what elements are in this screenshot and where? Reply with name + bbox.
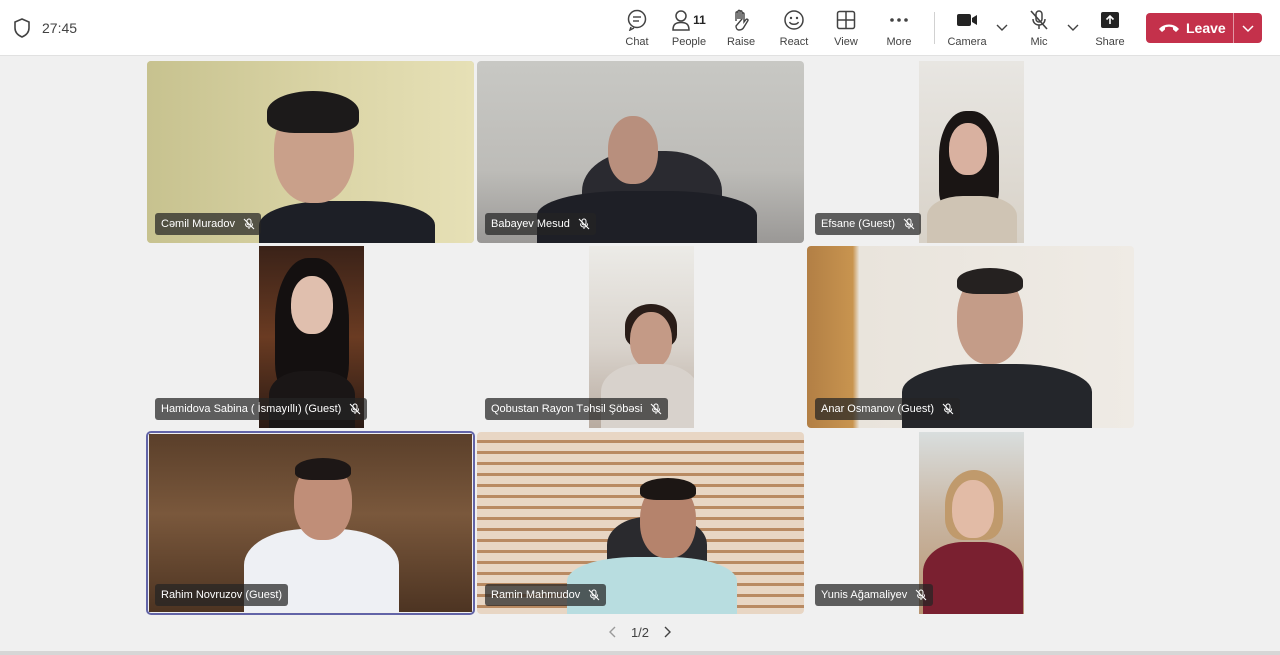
participant-name: Yunis Ağamaliyev <box>821 589 908 601</box>
participant-name: Cəmil Muradov <box>161 218 235 230</box>
view-label: View <box>834 36 858 48</box>
mic-muted-icon <box>349 403 361 415</box>
gallery-pager: 1/2 <box>0 622 1280 642</box>
video-feed <box>919 61 1024 243</box>
participant-name-label: Hamidova Sabina ( İsmayıllı) (Guest) <box>155 398 368 420</box>
participant-name-label: Yunis Ağamaliyev <box>815 584 934 606</box>
mic-muted-icon <box>578 218 590 230</box>
participant-name-label: Rahim Novruzov (Guest) <box>155 584 289 606</box>
toolbar-divider <box>934 12 935 44</box>
chat-icon <box>627 9 647 31</box>
participant-name-label: Anar Osmanov (Guest) <box>815 398 961 420</box>
chevron-right-icon <box>664 626 672 638</box>
mic-label: Mic <box>1030 36 1048 48</box>
mic-off-icon <box>1030 10 1048 30</box>
camera-options-chevron-down-icon[interactable] <box>995 20 1009 34</box>
chat-button[interactable]: Chat <box>611 8 663 52</box>
mic-muted-icon <box>942 403 954 415</box>
participant-name: Babayev Mesud <box>491 218 570 230</box>
participant-tile[interactable]: Babayev Mesud <box>477 61 804 243</box>
leave-button[interactable]: Leave <box>1146 13 1262 43</box>
camera-button[interactable]: Camera <box>941 8 993 52</box>
participant-name: Qobustan Rayon Təhsil Şöbəsi <box>491 403 643 415</box>
participant-name-label: Cəmil Muradov <box>155 213 261 235</box>
more-button[interactable]: More <box>873 8 925 52</box>
mic-muted-icon <box>243 218 255 230</box>
react-icon <box>784 10 804 30</box>
participant-name: Ramin Mahmudov <box>491 589 581 601</box>
participant-name-label: Efsane (Guest) <box>815 213 921 235</box>
bottom-edge <box>0 651 1280 655</box>
mic-muted-icon <box>651 403 662 415</box>
view-icon <box>836 10 856 30</box>
participant-tile[interactable]: Efsane (Guest) <box>807 61 1134 243</box>
meeting-toolbar: 27:45 Chat 11 People Raise React View Mo… <box>0 0 1280 56</box>
meeting-timer: 27:45 <box>42 20 78 36</box>
participant-name-label: Babayev Mesud <box>485 213 596 235</box>
leave-label: Leave <box>1186 20 1226 36</box>
chevron-left-icon <box>608 626 616 638</box>
share-label: Share <box>1095 36 1125 48</box>
participant-name-label: Qobustan Rayon Təhsil Şöbəsi <box>485 398 669 420</box>
camera-label: Camera <box>947 36 987 48</box>
participant-name: Hamidova Sabina ( İsmayıllı) (Guest) <box>161 403 342 415</box>
people-icon <box>672 10 690 31</box>
raise-hand-icon <box>735 9 749 31</box>
raise-label: Raise <box>726 36 756 48</box>
participant-name: Anar Osmanov (Guest) <box>821 403 935 415</box>
participant-name: Rahim Novruzov (Guest) <box>161 589 283 601</box>
phone-icon <box>1159 24 1179 32</box>
raise-hand-button[interactable]: Raise <box>715 8 767 52</box>
leave-options-chevron-down-icon[interactable] <box>1241 21 1255 35</box>
camera-icon <box>957 14 977 26</box>
leave-divider <box>1233 13 1234 43</box>
people-label: People <box>671 36 707 48</box>
page-indicator: 1/2 <box>630 624 650 640</box>
previous-page-button[interactable] <box>603 622 623 642</box>
more-icon <box>890 18 908 22</box>
next-page-button[interactable] <box>657 622 677 642</box>
participant-name-label: Ramin Mahmudov <box>485 584 607 606</box>
participant-tile[interactable]: Ramin Mahmudov <box>477 432 804 614</box>
participant-name: Efsane (Guest) <box>821 218 895 230</box>
more-label: More <box>886 36 912 48</box>
participant-tile[interactable]: Cəmil Muradov <box>147 61 474 243</box>
mic-muted-icon <box>588 589 600 601</box>
video-feed <box>919 432 1024 614</box>
people-button[interactable]: 11 People <box>663 8 715 52</box>
mic-muted-icon <box>903 218 915 230</box>
share-icon <box>1101 12 1119 28</box>
people-count: 11 <box>693 13 706 27</box>
mic-options-chevron-down-icon[interactable] <box>1066 20 1080 34</box>
chat-label: Chat <box>625 36 649 48</box>
shield-icon <box>14 18 30 38</box>
view-button[interactable]: View <box>820 8 872 52</box>
participant-tile[interactable]: Hamidova Sabina ( İsmayıllı) (Guest) <box>147 246 474 428</box>
participant-tile[interactable]: Qobustan Rayon Təhsil Şöbəsi <box>477 246 804 428</box>
participant-tile[interactable]: Anar Osmanov (Guest) <box>807 246 1134 428</box>
share-button[interactable]: Share <box>1084 8 1136 52</box>
react-button[interactable]: React <box>768 8 820 52</box>
mic-button[interactable]: Mic <box>1013 8 1065 52</box>
participant-tile[interactable]: Yunis Ağamaliyev <box>807 432 1134 614</box>
react-label: React <box>779 36 809 48</box>
mic-muted-icon <box>915 589 927 601</box>
participant-tile-active-speaker[interactable]: Rahim Novruzov (Guest) <box>146 431 475 615</box>
